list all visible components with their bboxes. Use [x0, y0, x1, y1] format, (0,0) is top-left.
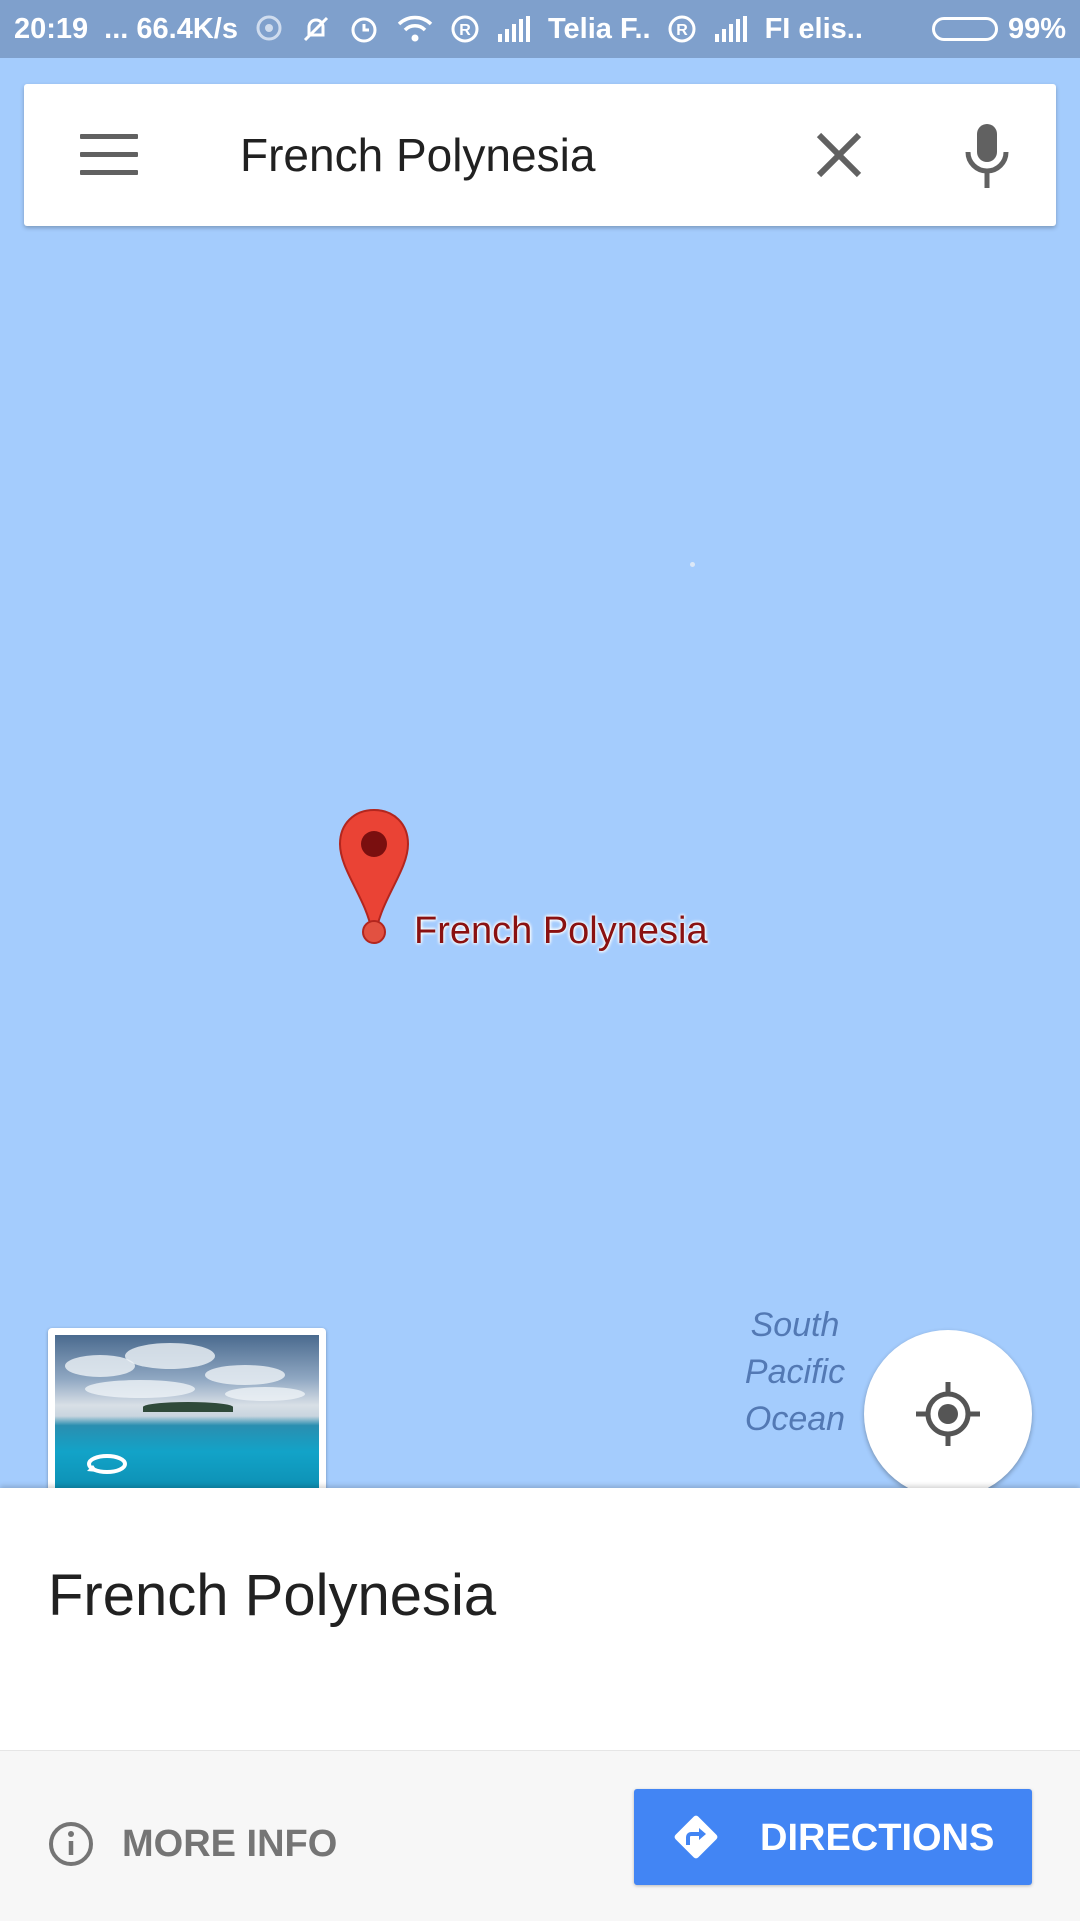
battery-icon — [931, 17, 998, 41]
my-location-button[interactable] — [864, 1330, 1032, 1498]
map-island-dot — [690, 562, 695, 567]
info-icon — [49, 1822, 93, 1866]
alarm-icon — [348, 13, 380, 45]
signal-icon — [496, 16, 532, 42]
network-speed: ... 66.4K/s — [104, 12, 238, 45]
roaming-icon: R — [667, 14, 697, 44]
status-bar: 20:19 ... 66.4K/s R Telia F.. R FI elis.… — [0, 0, 1080, 58]
battery-percent: 99% — [1007, 12, 1066, 45]
battery-indicator: 99% — [931, 12, 1066, 46]
close-icon[interactable] — [814, 130, 864, 180]
directions-button[interactable]: DIRECTIONS — [634, 1789, 1032, 1885]
ocean-label: South Pacific Ocean — [744, 1306, 846, 1438]
action-bar: MORE INFO DIRECTIONS — [0, 1750, 1080, 1921]
panorama-rotate-icon — [87, 1454, 127, 1474]
map-pin-icon[interactable] — [336, 806, 412, 948]
directions-label: DIRECTIONS — [760, 1817, 995, 1859]
search-bar[interactable]: French Polynesia — [24, 84, 1056, 226]
muted-bell-icon — [300, 13, 332, 45]
place-title: French Polynesia — [48, 1563, 497, 1628]
svg-text:R: R — [676, 22, 688, 39]
pin-label: French Polynesia — [414, 910, 708, 952]
map-view[interactable]: French Polynesia South Pacific Ocean — [0, 58, 1080, 1498]
roaming-icon: R — [450, 14, 480, 44]
hotspot-icon — [254, 14, 284, 44]
more-info-button[interactable]: MORE INFO — [48, 1821, 337, 1867]
carrier-2: FI elis.. — [764, 12, 863, 45]
svg-text:R: R — [459, 22, 471, 39]
place-sheet[interactable]: French Polynesia MORE INFO DIRECTIONS — [0, 1488, 1080, 1921]
status-time: 20:19 — [14, 12, 89, 45]
directions-icon — [674, 1815, 718, 1859]
carrier-1: Telia F.. — [547, 12, 651, 45]
street-view-thumbnail[interactable] — [48, 1328, 326, 1498]
my-location-icon — [916, 1382, 980, 1446]
more-info-label: MORE INFO — [122, 1822, 338, 1865]
signal-icon — [713, 16, 749, 42]
street-view-photo — [55, 1335, 319, 1491]
microphone-icon[interactable] — [962, 122, 1012, 192]
wifi-icon — [396, 14, 434, 44]
search-input[interactable]: French Polynesia — [240, 128, 595, 182]
hamburger-menu-icon[interactable] — [80, 134, 138, 175]
island-silhouette — [143, 1402, 233, 1412]
